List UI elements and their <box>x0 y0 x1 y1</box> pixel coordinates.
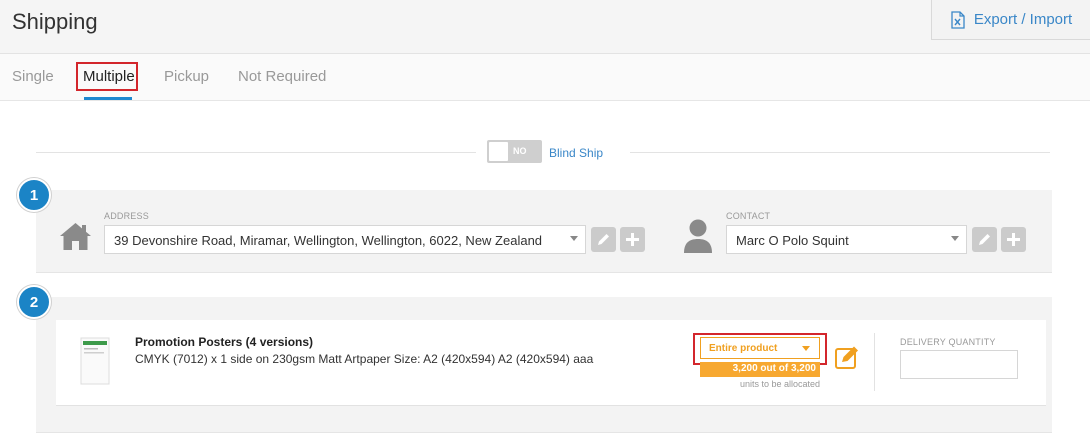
edit-address-button[interactable] <box>591 227 616 252</box>
product-title: Promotion Posters (4 versions) <box>135 335 314 349</box>
add-address-button[interactable] <box>620 227 645 252</box>
tab-not-required[interactable]: Not Required <box>238 68 326 85</box>
step-1-badge: 1 <box>17 178 51 212</box>
tab-pickup[interactable]: Pickup <box>164 68 209 85</box>
delivery-quantity-input[interactable] <box>900 350 1018 379</box>
person-icon <box>684 219 712 253</box>
pencil-icon <box>598 234 609 245</box>
plus-icon <box>1007 233 1020 246</box>
chevron-down-icon <box>570 236 578 241</box>
poster-thumbnail-icon <box>80 337 110 385</box>
address-select[interactable]: 39 Devonshire Road, Miramar, Wellington,… <box>104 225 586 254</box>
allocation-value: Entire product <box>709 343 778 354</box>
tab-highlight-outline <box>76 62 138 91</box>
add-contact-button[interactable] <box>1001 227 1026 252</box>
house-icon <box>60 223 91 250</box>
export-import-button[interactable]: Export / Import <box>931 0 1090 40</box>
vertical-divider <box>874 333 875 391</box>
page-header: Shipping <box>0 0 1090 54</box>
pencil-icon <box>979 234 990 245</box>
tab-single[interactable]: Single <box>12 68 54 85</box>
address-label: ADDRESS <box>104 211 149 221</box>
product-description: CMYK (7012) x 1 side on 230gsm Matt Artp… <box>135 352 594 366</box>
allocation-select[interactable]: Entire product <box>700 337 820 359</box>
allocated-count: 3,200 out of 3,200 <box>700 362 820 377</box>
blind-ship-label[interactable]: Blind Ship <box>549 146 603 160</box>
toggle-state: NO <box>513 146 527 156</box>
toggle-knob <box>489 142 508 161</box>
export-import-label: Export / Import <box>973 11 1073 28</box>
chevron-down-icon <box>802 346 810 351</box>
address-value: 39 Devonshire Road, Miramar, Wellington,… <box>114 233 543 248</box>
edit-contact-button[interactable] <box>972 227 997 252</box>
divider-right <box>630 152 1050 153</box>
blind-ship-toggle[interactable]: NO <box>487 140 542 163</box>
contact-value: Marc O Polo Squint <box>736 233 849 248</box>
step-2-badge: 2 <box>17 285 51 319</box>
contact-label: CONTACT <box>726 211 771 221</box>
edit-allocation-icon[interactable] <box>835 344 861 370</box>
excel-file-icon <box>951 10 965 29</box>
active-tab-indicator <box>84 97 132 100</box>
page-title: Shipping <box>12 9 98 34</box>
divider-left <box>36 152 476 153</box>
allocated-subtext: units to be allocated <box>739 379 820 389</box>
contact-select[interactable]: Marc O Polo Squint <box>726 225 967 254</box>
delivery-quantity-label: DELIVERY QUANTITY <box>900 337 996 347</box>
chevron-down-icon <box>951 236 959 241</box>
plus-icon <box>626 233 639 246</box>
